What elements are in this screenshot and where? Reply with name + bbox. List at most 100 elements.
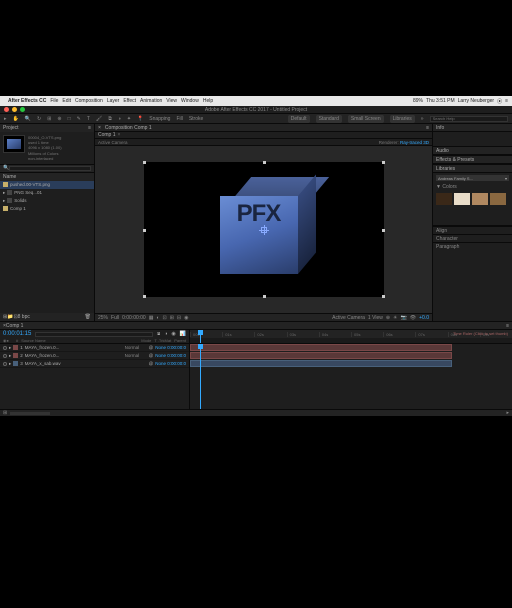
puppet-tool-icon[interactable]: 📍 [137,116,143,122]
parent-dropdown[interactable]: None [155,345,165,350]
close-window-button[interactable] [4,107,9,112]
transform-handle[interactable] [143,295,146,298]
comp-marker-icon[interactable]: ▸ [506,410,509,416]
menu-edit[interactable]: Edit [62,98,71,104]
number-column-header[interactable]: # [16,338,18,343]
project-item[interactable]: ▸Solids [0,197,94,205]
text-tool-icon[interactable]: T [87,116,90,122]
zoom-window-button[interactable] [20,107,25,112]
project-panel-tab[interactable]: Project [3,125,19,131]
color-swatch[interactable] [490,193,506,205]
layer-name[interactable]: MAYA_frozen.0... [25,345,123,350]
layer-name[interactable]: MAYA_x_sab.wav [25,361,123,366]
app-menu[interactable]: After Effects CC [8,98,46,104]
project-item[interactable]: Comp 1 [0,205,94,213]
parent-dropdown[interactable]: None [155,361,165,366]
libraries-panel-tab[interactable]: Libraries [433,165,512,173]
stroke-label[interactable]: Stroke [189,116,203,122]
visibility-toggle-icon[interactable] [3,354,7,358]
channel-icon[interactable]: ◉ [184,315,188,321]
trkmat-column-header[interactable]: T .TrkMat [154,338,171,343]
transform-handle[interactable] [382,161,385,164]
clone-tool-icon[interactable]: ⧉ [108,116,112,122]
menu-window[interactable]: Window [181,98,199,104]
menu-extras-icon[interactable]: ≡ [505,98,508,104]
workspace-libraries[interactable]: Libraries [390,115,415,123]
exposure-value[interactable]: +0.0 [419,315,429,321]
colors-section-label[interactable]: ▼ Colors [433,183,512,191]
playhead[interactable] [200,330,201,343]
disclosure-triangle-icon[interactable]: ▸ [3,198,5,204]
roto-tool-icon[interactable]: ✦ [127,116,131,122]
project-search-input[interactable] [9,166,91,171]
panel-menu-icon[interactable]: ≡ [426,125,429,131]
disclosure-triangle-icon[interactable]: ▸ [9,353,11,359]
layer-label-icon[interactable] [13,345,18,350]
color-swatch[interactable] [472,193,488,205]
transform-handle[interactable] [263,161,266,164]
workspace-standard[interactable]: Standard [316,115,342,123]
effects-panel-tab[interactable]: Effects & Presets [433,156,512,164]
close-tab-icon[interactable]: × [118,132,121,138]
align-panel-tab[interactable]: Align [433,226,512,234]
delete-icon[interactable]: 🗑 [85,314,91,320]
eraser-tool-icon[interactable]: ◑ [118,116,121,122]
pan-behind-tool-icon[interactable]: ⊕ [57,116,61,122]
project-item[interactable]: ▸PNG Seq...01 [0,189,94,197]
roi-icon[interactable]: ⊡ [162,315,166,321]
graph-editor-icon[interactable]: 📊 [180,331,186,337]
parent-dropdown[interactable]: None [155,353,165,358]
menu-file[interactable]: File [50,98,58,104]
menu-composition[interactable]: Composition [75,98,103,104]
mode-column-header[interactable]: Mode [141,338,151,343]
library-selector[interactable]: Andreas Family S...▾ [436,175,509,181]
toggle-switches-icon[interactable]: ⊞ [3,410,7,416]
fill-label[interactable]: Fill [176,116,182,122]
transform-handle[interactable] [382,295,385,298]
clock[interactable]: Thu 3:51 PM [426,98,455,104]
pickwhip-icon[interactable]: @ [149,353,154,358]
layer-in-time[interactable]: 0:00:00:0 [167,345,186,350]
info-panel-tab[interactable]: Info [433,124,512,132]
character-panel-tab[interactable]: Character [433,234,512,242]
comp-frame[interactable]: PFX [144,162,384,297]
visibility-toggle-icon[interactable] [3,346,7,350]
layer-in-time[interactable]: 0:00:00:0 [167,353,186,358]
motion-blur-toggle-icon[interactable]: ◉ [171,331,175,337]
shy-toggle-icon[interactable]: ⧈ [157,331,160,337]
visibility-toggle-icon[interactable] [3,362,7,366]
layer-row[interactable]: ▸2MAYA_frozen.0...Normal@None0:00:00:0 [0,352,189,360]
menu-help[interactable]: Help [203,98,213,104]
name-column-header[interactable]: Name [3,174,16,180]
pickwhip-icon[interactable]: @ [149,345,154,350]
timeline-search-input[interactable] [35,332,153,337]
mask-toggle-icon[interactable]: ◐ [156,315,159,321]
help-search-input[interactable] [430,116,508,122]
battery-status[interactable]: 89% [413,98,423,104]
disclosure-triangle-icon[interactable]: ▸ [3,190,5,196]
user-name[interactable]: Larry Neuberger [458,98,494,104]
hand-tool-icon[interactable]: ✋ [13,116,19,122]
spotlight-icon[interactable]: ⦿ [497,98,502,105]
layer-name[interactable]: MAYA_frozen.0... [25,353,123,358]
brush-tool-icon[interactable]: 🖌 [96,116,102,122]
menu-effect[interactable]: Effect [123,98,136,104]
layer-row[interactable]: ▸1MAYA_frozen.0...Normal@None0:00:00:0 [0,344,189,352]
menu-layer[interactable]: Layer [107,98,120,104]
transform-handle[interactable] [143,161,146,164]
transform-handle[interactable] [263,295,266,298]
composition-viewer[interactable]: PFX [95,146,432,313]
menu-view[interactable]: View [166,98,177,104]
panel-menu-icon[interactable]: ≡ [88,125,91,131]
menu-animation[interactable]: Animation [140,98,162,104]
layer-in-time[interactable]: 0:00:00:0 [167,361,186,366]
grid-icon[interactable]: ⊞ [170,315,174,321]
blend-mode-dropdown[interactable]: Normal [125,345,147,350]
snapping-toggle[interactable]: Snapping [149,116,170,122]
anchor-point-icon[interactable] [261,227,267,233]
renderer-value[interactable]: Ray-traced 3D [400,140,429,145]
blend-mode-dropdown[interactable]: Normal [125,353,147,358]
rotate-tool-icon[interactable]: ↻ [37,116,41,122]
zoom-dropdown[interactable]: 25% [98,315,108,321]
paragraph-panel-tab[interactable]: Paragraph [433,242,512,250]
